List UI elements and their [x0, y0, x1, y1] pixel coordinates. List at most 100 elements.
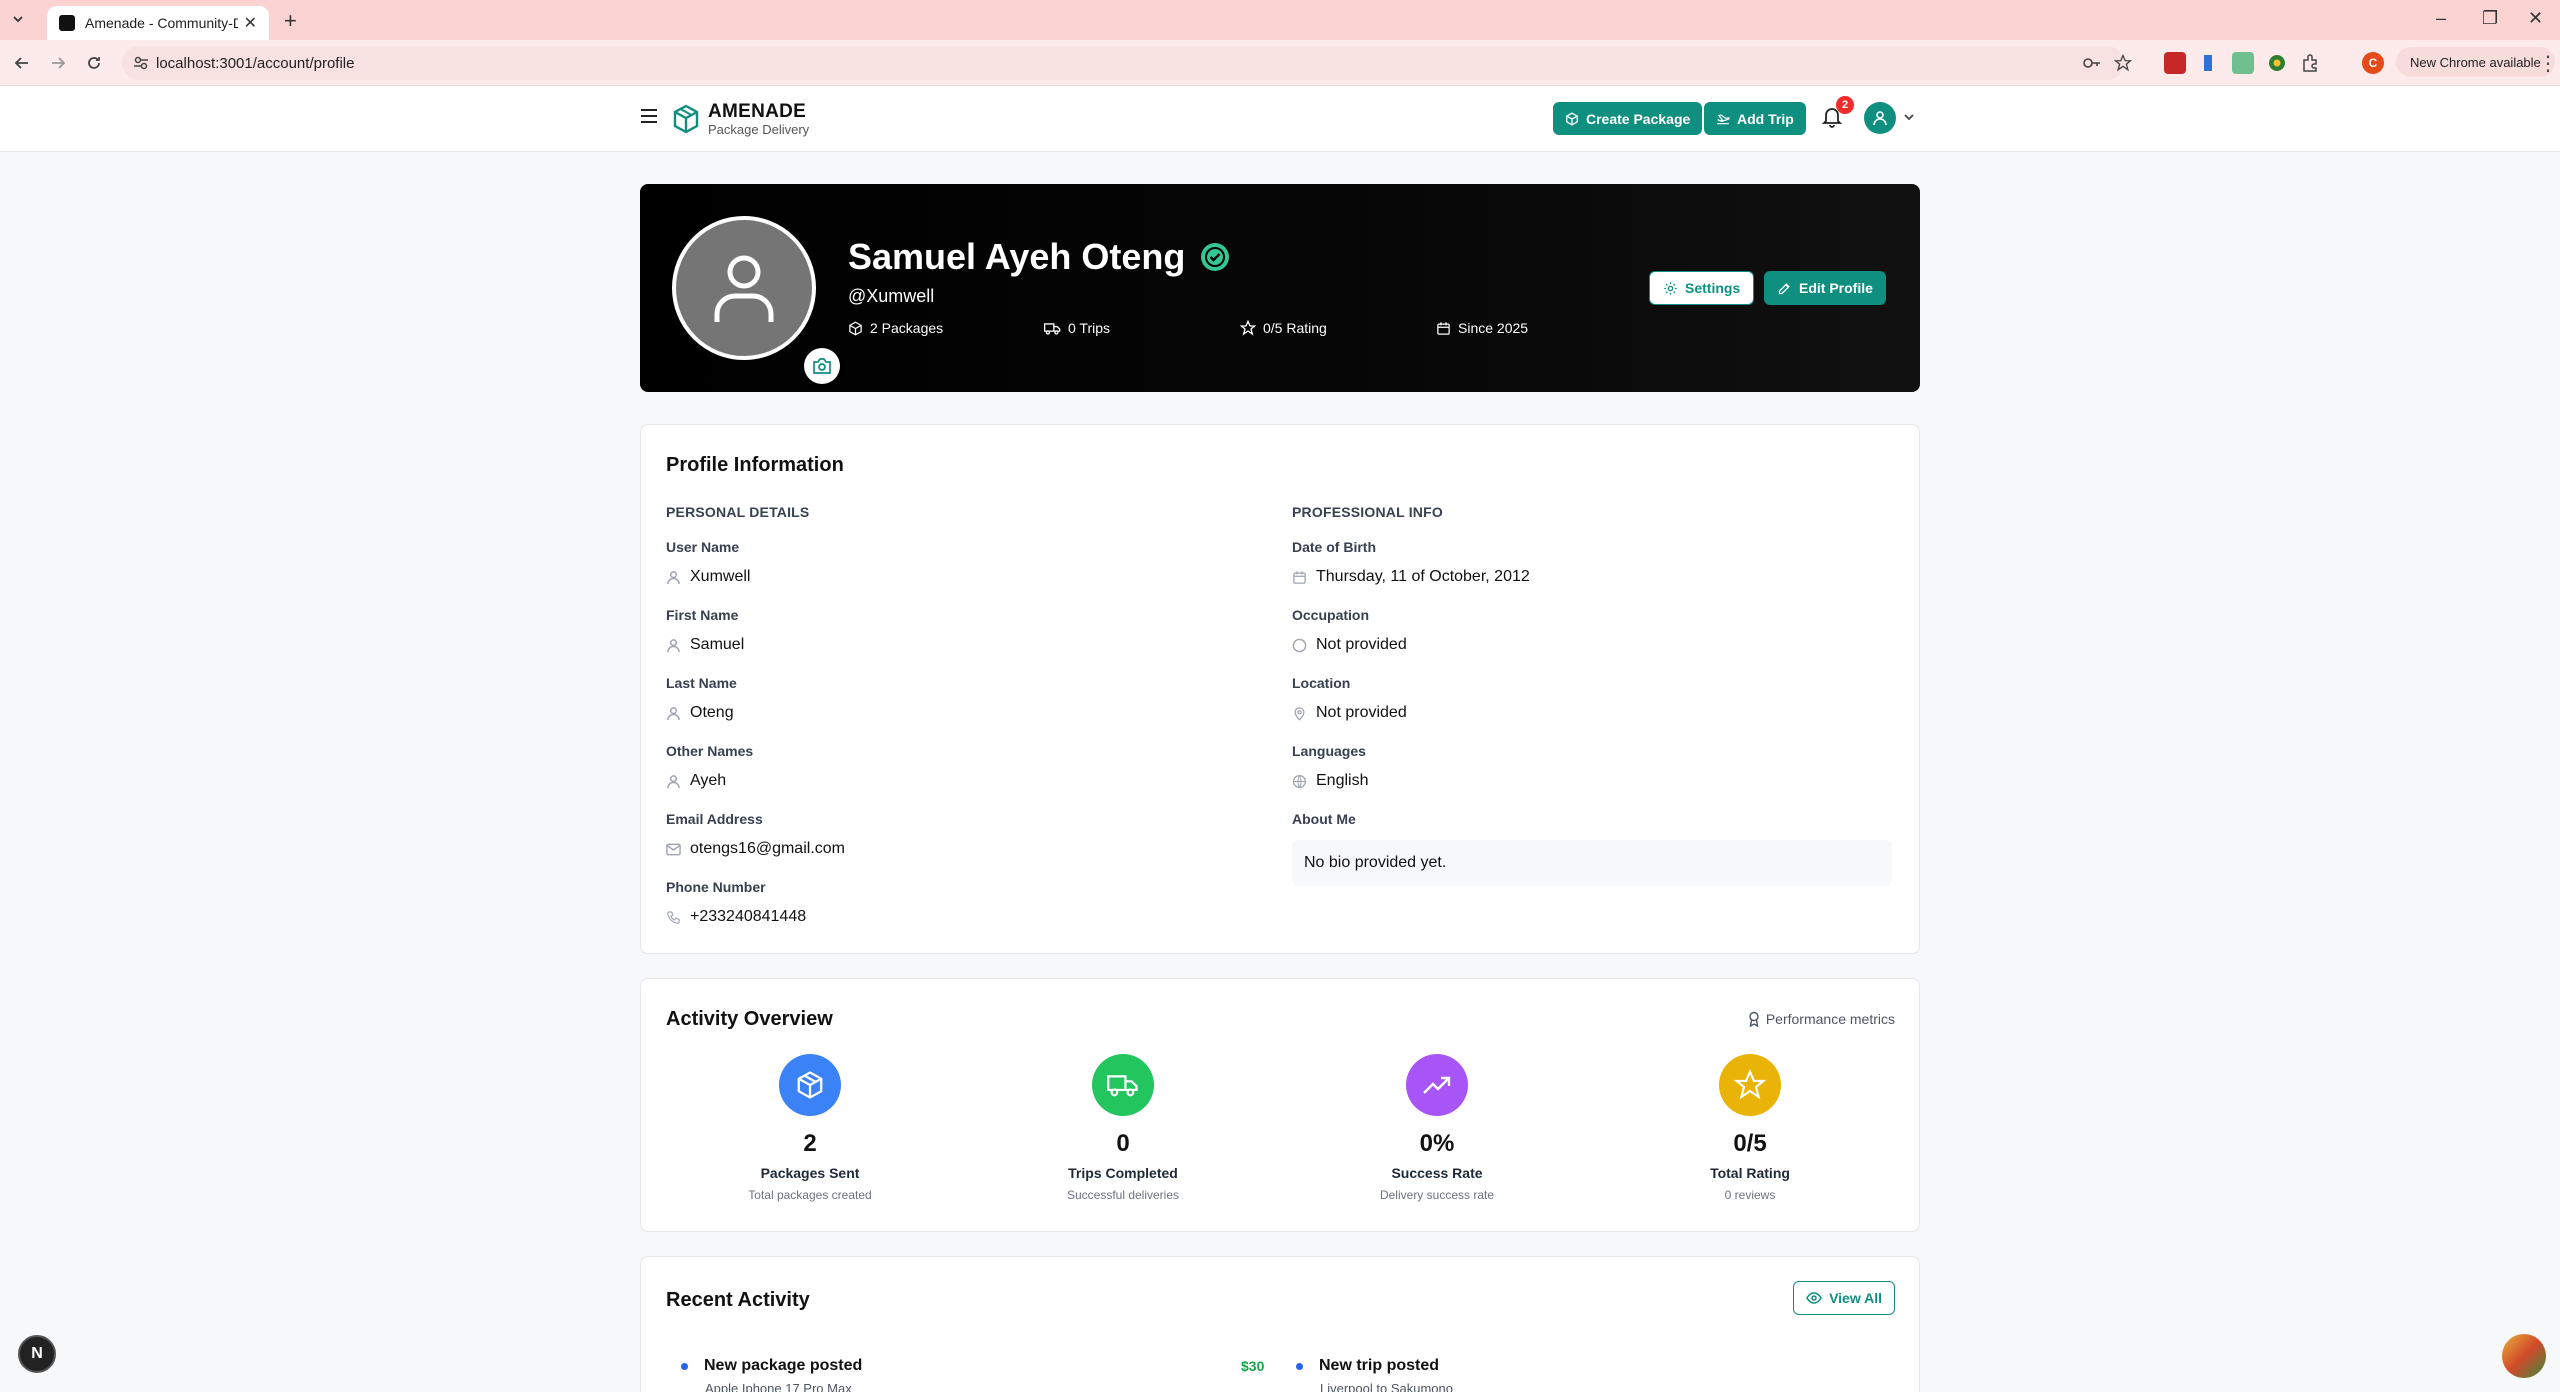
nextjs-dev-indicator[interactable]: N [18, 1335, 56, 1373]
location-value: Not provided [1316, 704, 1407, 721]
truck-icon [1044, 321, 1061, 336]
minimize-icon[interactable]: – [2436, 8, 2446, 29]
phone-value: +233240841448 [690, 908, 807, 925]
url-text: localhost:3001/account/profile [156, 54, 355, 72]
trending-up-icon [1422, 1074, 1452, 1096]
profile-avatar-icon[interactable]: C [2362, 52, 2384, 74]
extensions-puzzle-icon[interactable] [2300, 52, 2322, 74]
profile-handle: @Xumwell [848, 286, 935, 306]
metric-subtext: Total packages created [748, 1188, 872, 1202]
email-value: otengs16@gmail.com [690, 840, 845, 857]
add-trip-button[interactable]: Add Trip [1704, 102, 1806, 135]
occupation-value: Not provided [1316, 636, 1407, 653]
metric-packages-sent: 2 Packages Sent Total packages created [710, 1054, 910, 1202]
metric-subtext: Successful deliveries [1066, 1188, 1180, 1202]
last-name-value-row: Oteng [666, 704, 734, 722]
edit-profile-button[interactable]: Edit Profile [1764, 271, 1886, 305]
other-names-value: Ayeh [690, 772, 727, 789]
view-all-button[interactable]: View All [1793, 1281, 1895, 1315]
about-me-box: No bio provided yet. [1292, 840, 1892, 886]
phone-value-row: +233240841448 [666, 908, 806, 926]
activity-item-package[interactable]: New package posted [681, 1357, 862, 1375]
metric-value: 0 [1116, 1130, 1130, 1157]
browser-tab[interactable]: Amenade - Community-Driven ✕ [47, 6, 269, 40]
calendar-icon [1436, 321, 1451, 336]
stat-trips: 0 Trips [1044, 320, 1110, 336]
address-bar[interactable]: localhost:3001/account/profile [122, 46, 2124, 80]
user-icon [666, 774, 681, 789]
languages-value-row: English [1292, 772, 1368, 790]
close-window-icon[interactable]: ✕ [2528, 8, 2543, 29]
reload-icon[interactable] [84, 53, 104, 73]
occupation-value-row: Not provided [1292, 636, 1407, 654]
chevron-down-icon[interactable] [1903, 112, 1915, 122]
last-name-label: Last Name [666, 675, 737, 691]
create-package-button[interactable]: Create Package [1553, 102, 1703, 135]
notification-count-badge: 2 [1836, 96, 1854, 114]
stat-rating-label: 0/5 Rating [1263, 320, 1327, 336]
settings-button[interactable]: Settings [1649, 271, 1755, 305]
change-photo-button[interactable] [804, 348, 840, 384]
colorful-extension-icon[interactable] [2266, 52, 2288, 74]
password-key-icon[interactable] [2082, 54, 2104, 76]
new-tab-button[interactable]: + [284, 8, 297, 34]
metric-label: Total Rating [1710, 1165, 1790, 1181]
close-tab-icon[interactable]: ✕ [244, 13, 257, 33]
favicon-icon [59, 15, 75, 31]
bullet-dot [681, 1362, 688, 1370]
dob-value: Thursday, 11 of October, 2012 [1316, 568, 1530, 585]
new-chrome-label: New Chrome available [2410, 54, 2541, 70]
bullet-dot [1296, 1362, 1303, 1370]
settings-label: Settings [1685, 280, 1741, 296]
browser-menu-icon[interactable]: ⋮ [2538, 51, 2558, 76]
username-value: Xumwell [690, 568, 751, 585]
camera-icon [813, 358, 831, 374]
user-icon [1872, 110, 1888, 126]
activity-title: New package posted [704, 1357, 863, 1374]
languages-value: English [1316, 772, 1369, 789]
brand-logo[interactable]: AMENADE Package Delivery [672, 102, 809, 136]
pdf-extension-icon[interactable] [2164, 52, 2186, 74]
new-chrome-available-button[interactable]: New Chrome available [2396, 47, 2555, 77]
browser-toolbar: localhost:3001/account/profile C New Chr… [0, 40, 2560, 86]
metric-trips-completed: 0 Trips Completed Successful deliveries [1023, 1054, 1223, 1202]
user-avatar[interactable] [1864, 102, 1896, 134]
other-names-label: Other Names [666, 743, 754, 759]
location-value-row: Not provided [1292, 704, 1407, 722]
forward-icon[interactable] [48, 53, 68, 73]
dob-label: Date of Birth [1292, 539, 1376, 555]
mail-icon [666, 843, 681, 856]
package-icon [1565, 111, 1579, 126]
restore-icon[interactable]: ❐ [2482, 8, 2498, 29]
stat-packages: 2 Packages [848, 320, 943, 336]
calendar-icon [1292, 570, 1307, 585]
tab-search-icon[interactable] [10, 11, 28, 29]
profile-hero-banner: Samuel Ayeh Oteng @Xumwell 2 Packages 0 … [640, 184, 1920, 392]
edit-profile-label: Edit Profile [1799, 280, 1873, 296]
activity-overview-title: Activity Overview [666, 1008, 833, 1030]
recent-activity-title: Recent Activity [666, 1289, 810, 1311]
back-icon[interactable] [12, 53, 32, 73]
profile-name-row: Samuel Ayeh Oteng [848, 236, 1231, 278]
hamburger-menu-icon[interactable] [640, 108, 658, 124]
metric-success-rate: 0% Success Rate Delivery success rate [1337, 1054, 1537, 1202]
bookmark-extension-icon[interactable] [2198, 52, 2220, 74]
metric-label: Success Rate [1391, 1165, 1483, 1181]
username-label: User Name [666, 539, 740, 555]
activity-item-trip[interactable]: New trip posted [1296, 1357, 1439, 1375]
stat-trips-label: 0 Trips [1068, 320, 1111, 336]
metric-icon-circle [1092, 1054, 1154, 1116]
app-header: AMENADE Package Delivery Create Package … [0, 86, 2560, 152]
profile-avatar [672, 216, 840, 384]
site-info-icon[interactable] [132, 54, 150, 72]
create-package-label: Create Package [1586, 110, 1691, 127]
languages-label: Languages [1292, 743, 1366, 759]
star-icon [1240, 320, 1256, 336]
sheets-extension-icon[interactable] [2232, 52, 2254, 74]
user-icon [666, 570, 681, 585]
metric-value: 2 [803, 1130, 817, 1157]
floating-assistant-icon[interactable] [2502, 1334, 2546, 1378]
activity-amount: $30 [1241, 1358, 1265, 1374]
bookmark-star-icon[interactable] [2114, 54, 2136, 76]
browser-tab-bar: Amenade - Community-Driven ✕ + – ❐ ✕ [0, 0, 2560, 40]
